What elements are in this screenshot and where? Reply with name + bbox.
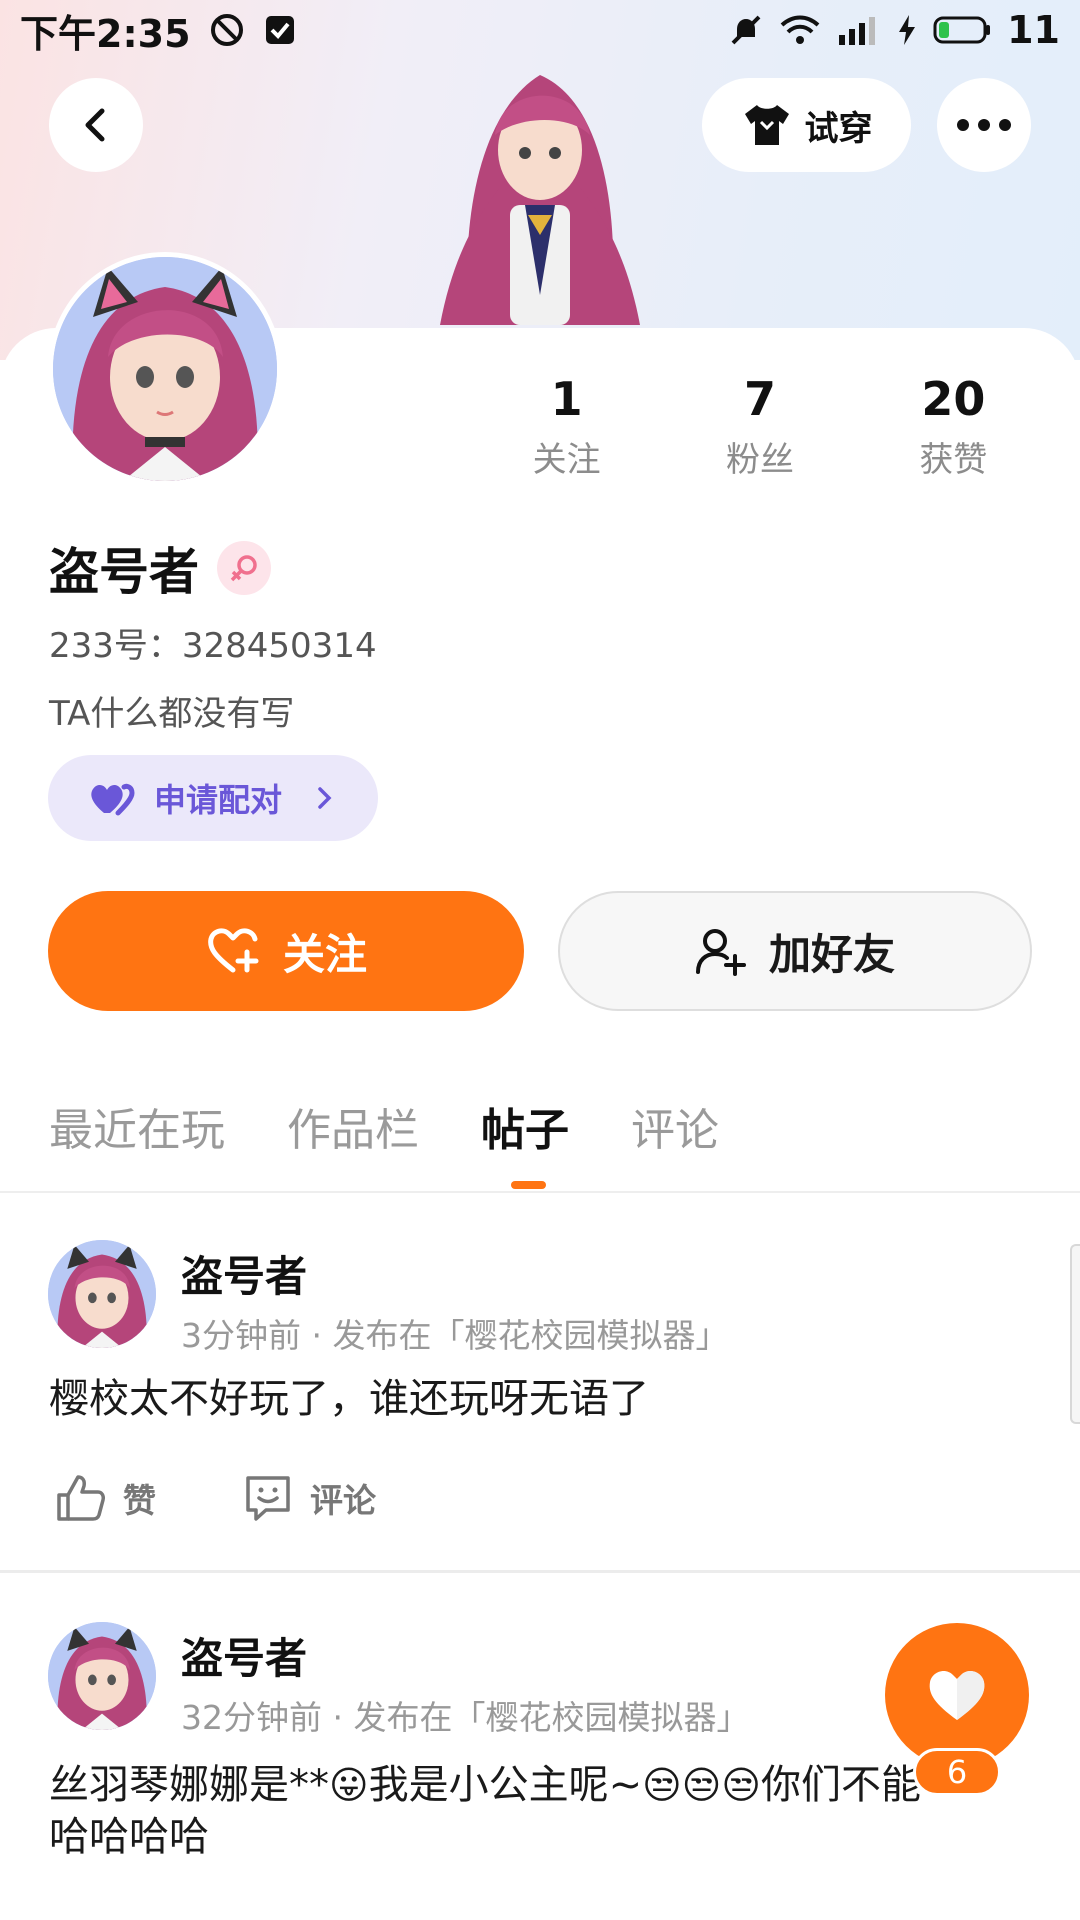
post-author-avatar[interactable]: [48, 1240, 156, 1348]
stat-label: 获赞: [919, 440, 988, 480]
profile-nickname: 盗号者: [49, 543, 199, 601]
double-heart-icon: [91, 783, 135, 816]
request-pair-button[interactable]: 申请配对: [48, 755, 378, 841]
signal-icon: [839, 17, 876, 45]
avatar-character-image: [48, 1240, 156, 1348]
profile-tabs: 最近在玩 作品栏 帖子 评论: [49, 1094, 719, 1158]
battery-level: 11: [1007, 8, 1060, 52]
request-pair-label: 申请配对: [154, 781, 283, 819]
profile-stats: 1 关注 7 粉丝 20 获赞: [470, 372, 1050, 481]
post-text-segment: 你们不能: [760, 1762, 921, 1808]
post-text: 丝羽琴娜娜是**😛我是小公主呢~😒😒😒你们不能哈哈哈哈: [49, 1759, 1009, 1863]
stat-value: 7: [743, 372, 776, 426]
post-actions: 赞 评论: [55, 1472, 376, 1524]
heart-icon: [929, 1671, 985, 1720]
female-gender-icon: [230, 555, 257, 582]
scroll-edge-handle[interactable]: [1070, 1244, 1080, 1424]
comment-smile-icon: [246, 1476, 290, 1521]
add-friend-button[interactable]: 加好友: [558, 891, 1032, 1011]
stat-label: 粉丝: [725, 440, 794, 480]
post-author-name[interactable]: 盗号者: [181, 1243, 307, 1304]
like-count-badge: 6: [913, 1748, 1001, 1796]
gender-badge: [217, 541, 271, 595]
post-divider: [0, 1570, 1080, 1573]
mute-icon: [731, 15, 761, 45]
battery-icon: [933, 16, 991, 44]
nickname-row: 盗号者: [49, 532, 271, 604]
tongue-emoji: 😛: [329, 1763, 369, 1807]
stat-fans[interactable]: 7 粉丝: [663, 372, 856, 481]
comment-button[interactable]: 评论: [242, 1472, 376, 1524]
like-button[interactable]: 赞: [55, 1472, 156, 1524]
chevron-right-icon: [318, 787, 332, 809]
chevron-left-icon: [85, 108, 105, 142]
post-author-avatar[interactable]: [48, 1622, 156, 1730]
try-on-label: 试穿: [804, 108, 873, 149]
wifi-icon: [780, 15, 820, 44]
banner-character-image: [440, 75, 640, 325]
tab-recently-played[interactable]: 最近在玩: [49, 1094, 225, 1158]
avatar-character-image: [53, 257, 277, 481]
do-not-disturb-icon: [210, 14, 243, 46]
heart-plus-icon: [208, 928, 259, 973]
tshirt-icon: [744, 105, 789, 145]
post-text-segment: 哈哈哈哈: [49, 1814, 209, 1860]
stat-likes[interactable]: 20 获赞: [857, 372, 1050, 481]
follow-button[interactable]: 关注: [48, 891, 524, 1011]
stat-label: 关注: [532, 440, 601, 480]
tabs-divider: [0, 1191, 1080, 1193]
follow-label: 关注: [282, 929, 367, 979]
add-friend-label: 加好友: [768, 929, 895, 979]
charging-icon: [899, 15, 916, 45]
post-author-name[interactable]: 盗号者: [181, 1625, 307, 1686]
more-button[interactable]: [937, 78, 1031, 172]
status-bar: 下午2:35 11: [0, 0, 1080, 60]
user-bio: TA什么都没有写: [49, 694, 295, 734]
back-button[interactable]: [49, 78, 143, 172]
profile-avatar[interactable]: [48, 252, 282, 486]
post-text-segment: 丝羽琴娜娜是**: [49, 1762, 329, 1808]
comment-label: 评论: [310, 1481, 376, 1520]
notification-icon: [265, 16, 294, 44]
post-meta: 32分钟前 · 发布在「樱花校园模拟器」: [181, 1698, 750, 1737]
tab-comments[interactable]: 评论: [631, 1094, 719, 1158]
tab-works[interactable]: 作品栏: [287, 1094, 419, 1158]
tab-posts[interactable]: 帖子: [481, 1094, 569, 1158]
thumbs-up-icon: [57, 1475, 105, 1521]
like-label: 赞: [123, 1481, 156, 1520]
active-tab-indicator: [511, 1181, 546, 1189]
post-text: 樱校太不好玩了，谁还玩呀无语了: [49, 1376, 649, 1422]
try-on-button[interactable]: 试穿: [702, 78, 911, 172]
avatar-character-image: [48, 1622, 156, 1730]
more-dots-icon: [957, 119, 1011, 131]
floating-like-button[interactable]: [885, 1623, 1029, 1767]
add-user-icon: [695, 929, 746, 976]
post-meta: 3分钟前 · 发布在「樱花校园模拟器」: [181, 1316, 729, 1355]
stat-value: 1: [550, 372, 583, 426]
status-time: 下午2:35: [20, 11, 191, 56]
user-id: 233号：328450314: [49, 626, 377, 666]
unamused-emoji: 😒😒😒: [642, 1763, 761, 1807]
stat-following[interactable]: 1 关注: [470, 372, 663, 481]
stat-value: 20: [921, 372, 986, 426]
post-text-segment: 我是小公主呢~: [368, 1762, 643, 1808]
